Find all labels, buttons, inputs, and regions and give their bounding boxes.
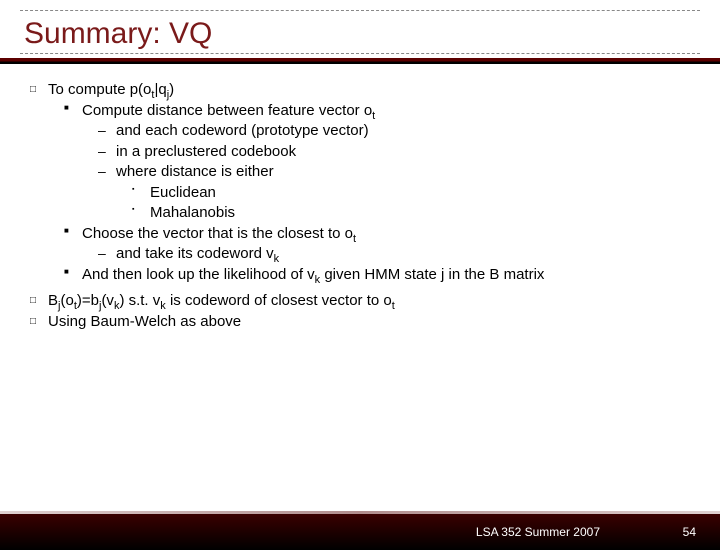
bullet-l4-mahalanobis: ▪ Mahalanobis xyxy=(132,203,690,223)
dash-icon: – xyxy=(98,244,116,262)
square-solid-icon: ■ xyxy=(64,103,82,113)
dash-icon: – xyxy=(98,162,116,180)
t: ) xyxy=(169,81,174,98)
bullet-l2-distance: ■ Compute distance between feature vecto… xyxy=(64,101,690,121)
t: |q xyxy=(154,81,166,98)
text: Mahalanobis xyxy=(150,203,690,223)
square-open-icon: □ xyxy=(30,315,48,328)
text: and take its codeword vk xyxy=(116,244,690,264)
t: is codeword of closest vector to o xyxy=(166,292,392,309)
square-solid-icon: ■ xyxy=(64,267,82,277)
footer-course: LSA 352 Summer 2007 xyxy=(476,525,600,539)
text: in a preclustered codebook xyxy=(116,142,690,162)
bullet-l1-baumwelch: □ Using Baum-Welch as above xyxy=(30,312,690,332)
footer: LSA 352 Summer 2007 54 xyxy=(0,514,720,550)
t: Compute distance between feature vector … xyxy=(82,102,372,119)
square-solid-icon: ■ xyxy=(64,226,82,236)
sub: t xyxy=(353,233,356,245)
title-box: Summary: VQ xyxy=(20,10,700,54)
sub: t xyxy=(372,110,375,122)
text: and each codeword (prototype vector) xyxy=(116,121,690,141)
t: To compute p(o xyxy=(48,81,151,98)
bullet-l4-euclidean: ▪ Euclidean xyxy=(132,183,690,203)
text: To compute p(ot|qj) xyxy=(48,80,690,100)
text: And then look up the likelihood of vk gi… xyxy=(82,265,690,285)
slide-title: Summary: VQ xyxy=(24,17,700,51)
square-tiny-icon: ▪ xyxy=(132,185,150,194)
slide-body: □ To compute p(ot|qj) ■ Compute distance… xyxy=(0,64,720,331)
square-open-icon: □ xyxy=(30,294,48,307)
t: given HMM state j in the B matrix xyxy=(320,266,544,283)
t: (v xyxy=(101,292,114,309)
sub: t xyxy=(392,300,395,312)
t: B xyxy=(48,292,58,309)
t: ) s.t. v xyxy=(119,292,160,309)
bullet-l1-bj: □ Bj(ot)=bj(vk) s.t. vk is codeword of c… xyxy=(30,291,690,311)
text: Using Baum-Welch as above xyxy=(48,312,690,332)
text: Euclidean xyxy=(150,183,690,203)
text: Bj(ot)=bj(vk) s.t. vk is codeword of clo… xyxy=(48,291,690,311)
t: Choose the vector that is the closest to… xyxy=(82,225,353,242)
bullet-l1-compute: □ To compute p(ot|qj) xyxy=(30,80,690,100)
dash-icon: – xyxy=(98,121,116,139)
dash-icon: – xyxy=(98,142,116,160)
footer-page-number: 54 xyxy=(683,525,696,539)
t: (o xyxy=(60,292,73,309)
bullet-l3-take-codeword: – and take its codeword vk xyxy=(98,244,690,264)
square-tiny-icon: ▪ xyxy=(132,205,150,214)
text: Compute distance between feature vector … xyxy=(82,101,690,121)
bullet-l3-distance-either: – where distance is either xyxy=(98,162,690,182)
t: And then look up the likelihood of v xyxy=(82,266,315,283)
bullet-l3-codebook: – in a preclustered codebook xyxy=(98,142,690,162)
sub: k xyxy=(274,253,280,265)
square-open-icon: □ xyxy=(30,83,48,96)
text: where distance is either xyxy=(116,162,690,182)
bullet-l2-lookup: ■ And then look up the likelihood of vk … xyxy=(64,265,690,285)
t: )=b xyxy=(77,292,99,309)
bullet-l3-codeword: – and each codeword (prototype vector) xyxy=(98,121,690,141)
text: Choose the vector that is the closest to… xyxy=(82,224,690,244)
bullet-l2-choose: ■ Choose the vector that is the closest … xyxy=(64,224,690,244)
t: and take its codeword v xyxy=(116,245,274,262)
